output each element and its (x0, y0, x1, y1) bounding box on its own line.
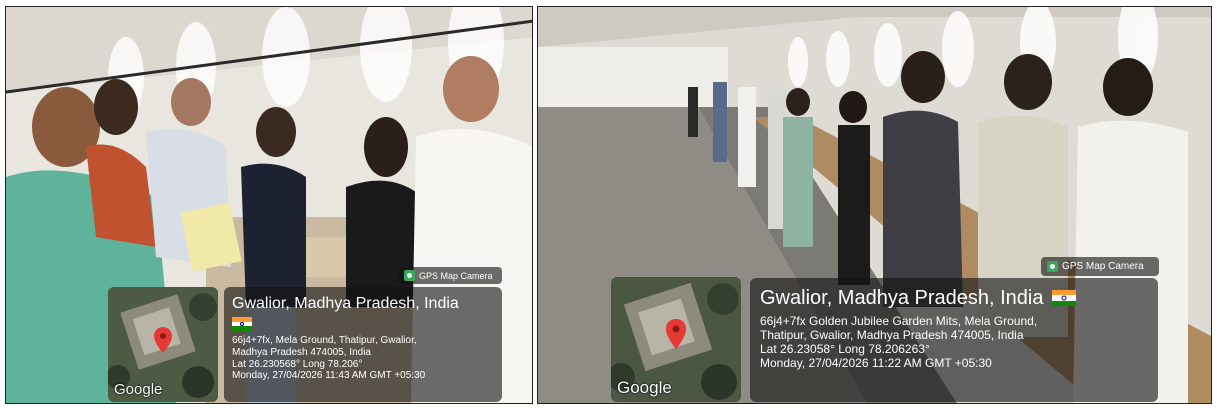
photo-right: Google GPS Map Camera Gwalior, Madhya Pr… (537, 6, 1212, 404)
location-info-box: Gwalior, Madhya Pradesh, India 66j4+7fx,… (224, 287, 502, 402)
map-thumbnail: Google (108, 287, 218, 402)
india-flag-icon (232, 317, 252, 331)
address-line-1: 66j4+7fx Golden Jubilee Garden Mits, Mel… (760, 314, 1038, 328)
timestamp: Monday, 27/04/2026 11:22 AM GMT +05:30 (760, 356, 992, 371)
address-line-2: Thatipur, Gwalior, Madhya Pradesh 474005… (760, 328, 1024, 343)
gps-map-camera-tag: GPS Map Camera (1041, 257, 1159, 276)
location-title: Gwalior, Madhya Pradesh, India (760, 286, 1148, 310)
map-thumbnail: Google (611, 277, 741, 402)
address-line-2: Madhya Pradesh 474005, India (232, 346, 371, 358)
google-logo: Google (617, 378, 672, 397)
photo-left: Google GPS Map Camera Gwalior, Madhya Pr… (5, 6, 533, 404)
location-title: Gwalior, Madhya Pradesh, India (232, 295, 459, 312)
india-flag-icon (1051, 290, 1076, 306)
coordinates: Lat 26.230568° Long 78.206° (232, 358, 363, 370)
camera-icon (404, 270, 415, 281)
location-info-box: Gwalior, Madhya Pradesh, India 66j4+7fx … (750, 278, 1158, 402)
google-logo: Google (114, 381, 163, 398)
coordinates: Lat 26.23058° Long 78.206263° (760, 342, 930, 357)
gps-tag-label: GPS Map Camera (419, 270, 493, 281)
gps-map-camera-tag: GPS Map Camera (398, 267, 502, 284)
address-line-1: 66j4+7fx, Mela Ground, Thatipur, Gwalior… (232, 335, 417, 346)
gps-tag-label: GPS Map Camera (1062, 261, 1144, 272)
location-title-text: Gwalior, Madhya Pradesh, India (760, 287, 1044, 309)
timestamp: Monday, 27/04/2026 11:43 AM GMT +05:30 (232, 370, 426, 382)
camera-icon (1047, 261, 1058, 272)
